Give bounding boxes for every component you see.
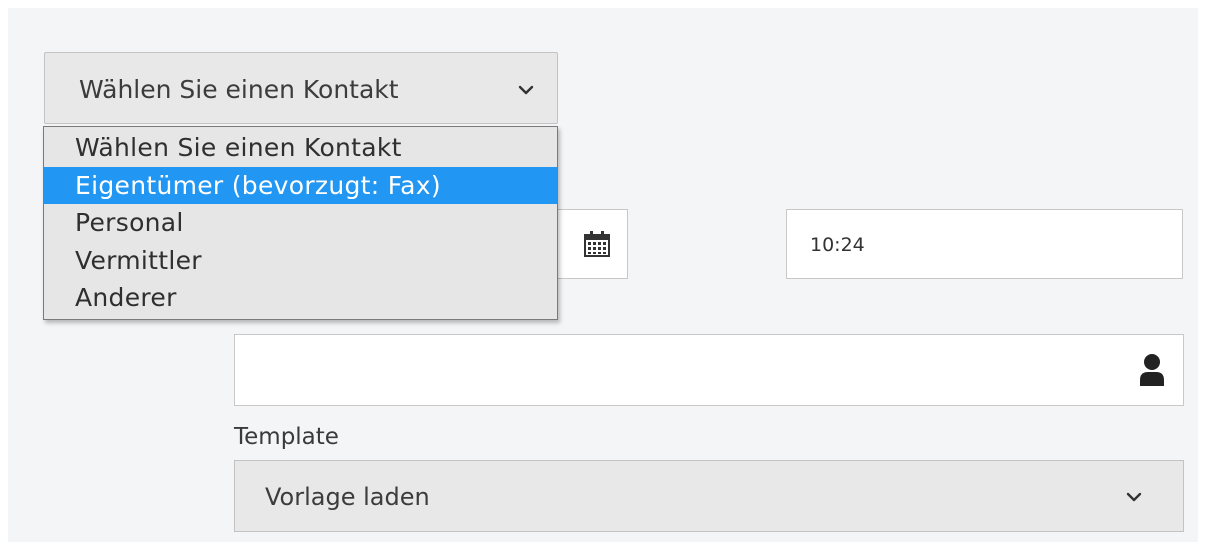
- template-select[interactable]: Vorlage laden: [234, 460, 1184, 532]
- chevron-down-icon: [1126, 492, 1142, 502]
- calendar-icon[interactable]: [583, 230, 611, 258]
- time-value: 10:24: [810, 234, 865, 256]
- dropdown-option-highlighted[interactable]: Eigentümer (bevorzugt: Fax): [44, 166, 557, 204]
- time-input[interactable]: 10:24: [786, 209, 1183, 279]
- dropdown-option[interactable]: Personal: [44, 204, 557, 242]
- template-label: Template: [234, 424, 339, 450]
- chevron-down-icon: [518, 85, 534, 95]
- template-select-value: Vorlage laden: [265, 483, 430, 511]
- recipient-input[interactable]: [234, 334, 1184, 406]
- dropdown-option[interactable]: Vermittler: [44, 242, 557, 280]
- contact-select-value: Wählen Sie einen Kontakt: [79, 75, 399, 104]
- contact-select[interactable]: Wählen Sie einen Kontakt: [44, 52, 558, 124]
- contact-dropdown-list: Wählen Sie einen Kontakt Eigentümer (bev…: [43, 126, 558, 320]
- dropdown-option[interactable]: Wählen Sie einen Kontakt: [44, 129, 557, 167]
- person-icon[interactable]: [1139, 353, 1165, 387]
- dropdown-option[interactable]: Anderer: [44, 279, 557, 317]
